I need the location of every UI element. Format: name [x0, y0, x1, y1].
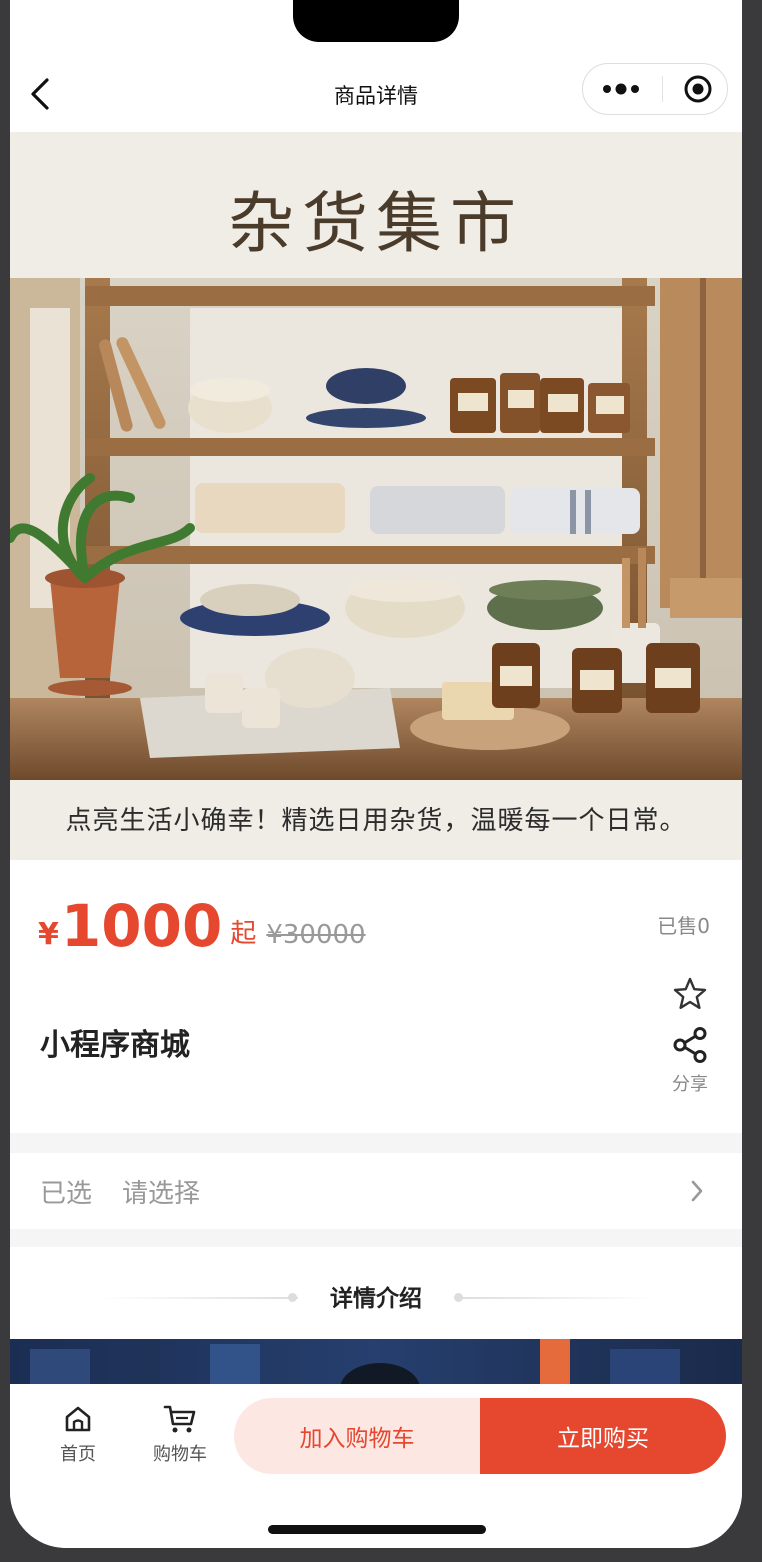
capsule-divider	[661, 76, 663, 102]
more-button[interactable]	[601, 79, 641, 99]
device-notch	[293, 0, 459, 42]
tab-cart-label: 购物车	[153, 1444, 207, 1465]
tab-home[interactable]: 首页	[38, 1404, 118, 1466]
share-button[interactable]: 分享	[662, 1026, 718, 1096]
product-banner[interactable]: 杂货集市 点亮生活小确幸！精选日用杂货，温暖每一个日常。	[10, 132, 742, 860]
target-circle-icon	[684, 75, 712, 103]
favorite-button[interactable]	[672, 976, 708, 1012]
section-divider	[10, 1133, 742, 1153]
mini-program-capsule	[582, 63, 728, 115]
banner-caption: 点亮生活小确幸！精选日用杂货，温暖每一个日常。	[65, 806, 687, 836]
home-indicator	[268, 1525, 486, 1534]
sold-count: 已售0	[657, 914, 710, 938]
spec-select-row[interactable]: 已选 请选择	[10, 1153, 742, 1229]
close-miniprogram-button[interactable]	[683, 74, 713, 104]
spec-selected-value: 请选择	[122, 1178, 201, 1209]
currency-symbol: ¥	[38, 917, 59, 952]
phone-screen: 商品详情 杂货集市 点亮生活小确幸！精选日用杂货，温暖每一个日常。 ¥ 1000…	[10, 0, 742, 1548]
original-price: ¥30000	[266, 920, 366, 950]
cart-icon	[163, 1405, 196, 1433]
share-label: 分享	[672, 1074, 708, 1095]
share-icon	[673, 1027, 707, 1063]
detail-header: 详情介绍	[10, 1247, 742, 1339]
more-dots-icon	[603, 83, 639, 95]
price-suffix: 起	[230, 919, 257, 949]
tab-home-label: 首页	[60, 1444, 96, 1465]
bottom-action-bar: 首页 购物车 加入购物车 立即购买	[10, 1384, 742, 1548]
spec-selected-label: 已选	[40, 1178, 93, 1209]
add-to-cart-button[interactable]: 加入购物车	[234, 1398, 480, 1474]
shelf-photo	[10, 278, 742, 780]
home-icon	[65, 1406, 91, 1432]
decor-line-right	[458, 1297, 658, 1299]
chevron-right-icon	[691, 1180, 703, 1202]
buy-now-button[interactable]: 立即购买	[480, 1398, 726, 1474]
banner-title: 杂货集市	[228, 185, 524, 262]
price-value: 1000	[60, 892, 223, 960]
tab-cart[interactable]: 购物车	[140, 1404, 220, 1466]
navigation-bar: 商品详情	[10, 50, 742, 132]
section-divider	[10, 1229, 742, 1247]
star-icon	[673, 977, 707, 1009]
product-name: 小程序商城	[40, 1028, 190, 1063]
price-row: ¥ 1000 起 ¥30000	[38, 888, 366, 958]
detail-title: 详情介绍	[330, 1286, 422, 1312]
